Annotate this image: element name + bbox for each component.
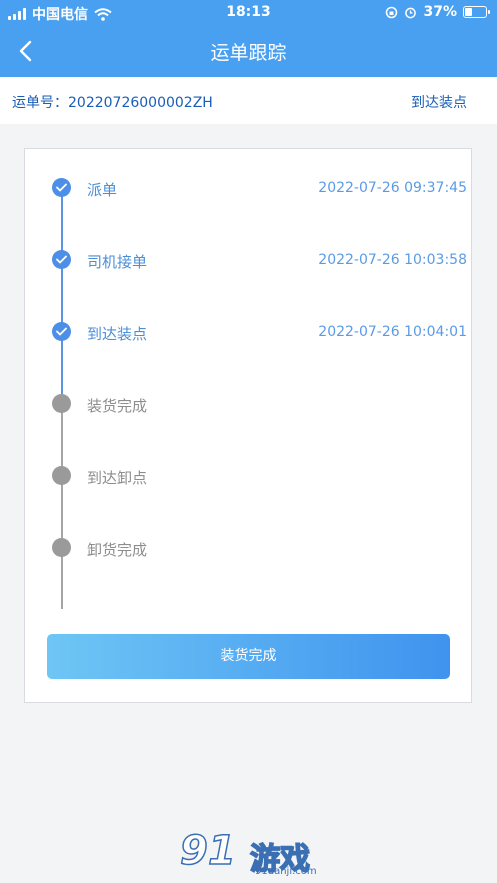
- loading-complete-button[interactable]: 装货完成: [47, 634, 450, 679]
- step-name: 装货完成: [87, 397, 148, 415]
- alarm-icon: [405, 7, 417, 18]
- step-unloading-complete: 卸货完成: [25, 533, 473, 563]
- battery-level: [465, 8, 472, 16]
- step-name: 到达装点: [87, 325, 148, 343]
- step-time: 2022-07-26 10:04:01: [318, 324, 467, 340]
- step-arrive-unloading: 到达卸点: [25, 461, 473, 491]
- step-arrive-loading: 到达装点 2022-07-26 10:04:01: [25, 317, 473, 347]
- page-title: 运单跟踪: [210, 42, 287, 64]
- watermark-one-icon: 1: [207, 827, 236, 875]
- step-name: 司机接单: [87, 253, 148, 271]
- status-bar: 中国电信 18:13 37%: [0, 0, 497, 26]
- step-time: 2022-07-26 09:37:45: [318, 180, 467, 196]
- step-driver-accept: 司机接单 2022-07-26 10:03:58: [25, 245, 473, 275]
- pending-dot-icon: [52, 466, 71, 485]
- step-dispatch: 派单 2022-07-26 09:37:45: [25, 173, 473, 203]
- step-name: 卸货完成: [87, 541, 148, 559]
- check-icon: [52, 250, 71, 269]
- check-icon: [52, 178, 71, 197]
- order-info-bar: 运单号：20220726000002ZH 到达装点: [0, 77, 497, 124]
- pending-dot-icon: [52, 538, 71, 557]
- battery-percent: 37%: [423, 4, 457, 20]
- step-name: 到达卸点: [87, 469, 148, 487]
- step-name: 派单: [87, 181, 118, 199]
- watermark-logo: 9 1 游戏 91danji.com: [179, 827, 320, 878]
- timeline-line-done: [61, 194, 63, 394]
- app-header: 中国电信 18:13 37% 运单跟踪: [0, 0, 497, 77]
- check-icon: [52, 322, 71, 341]
- step-time: 2022-07-26 10:03:58: [318, 252, 467, 268]
- tracking-card: 派单 2022-07-26 09:37:45 司机接单 2022-07-26 1…: [24, 148, 472, 703]
- timeline-line-todo: [61, 394, 63, 609]
- status-right: 37%: [385, 4, 490, 20]
- step-loading-complete: 装货完成: [25, 389, 473, 419]
- watermark-number: 9: [179, 827, 208, 875]
- order-status: 到达装点: [411, 95, 467, 111]
- orientation-lock-icon: [386, 6, 398, 18]
- order-number: 运单号：20220726000002ZH: [12, 95, 213, 111]
- nav-bar: 运单跟踪: [0, 28, 497, 74]
- pending-dot-icon: [52, 394, 71, 413]
- watermark-url: 91danji.com: [255, 866, 317, 877]
- battery-icon: [463, 6, 490, 18]
